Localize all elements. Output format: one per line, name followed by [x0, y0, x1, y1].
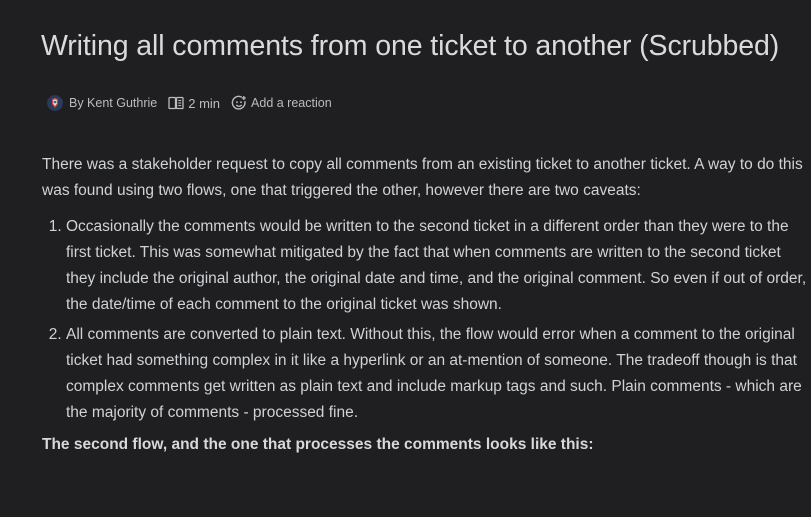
article-body: There was a stakeholder request to copy … — [42, 152, 808, 458]
caveats-list: Occasionally the comments would be writt… — [42, 214, 808, 426]
smiley-add-icon[interactable] — [231, 95, 248, 112]
author-avatar[interactable] — [47, 95, 63, 111]
page: Writing all comments from one ticket to … — [0, 0, 811, 517]
read-time: 2 min — [188, 95, 221, 111]
add-reaction-button[interactable]: Add a reaction — [251, 96, 332, 110]
section-lead: The second flow, and the one that proces… — [42, 436, 594, 453]
intro-paragraph: There was a stakeholder request to copy … — [42, 156, 803, 199]
page-title: Writing all comments from one ticket to … — [41, 30, 780, 62]
list-item: All comments are converted to plain text… — [66, 322, 808, 426]
byline: By Kent Guthrie 2 min Add a reaction — [47, 93, 332, 113]
book-icon — [168, 96, 184, 110]
author-name[interactable]: By Kent Guthrie — [69, 96, 157, 110]
list-item: Occasionally the comments would be writt… — [66, 214, 808, 318]
